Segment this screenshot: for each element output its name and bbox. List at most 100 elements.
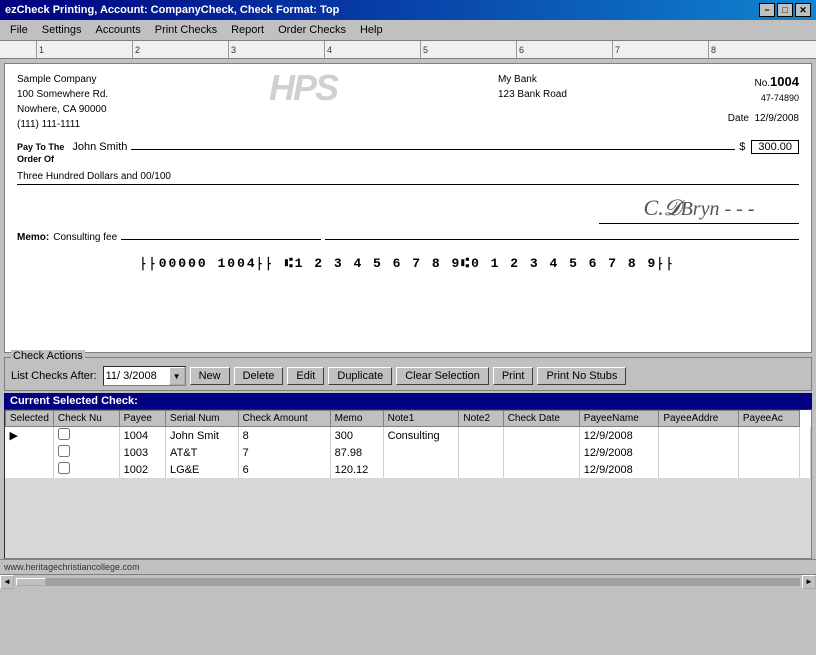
company-address1: 100 Somewhere Rd. xyxy=(17,87,108,102)
signature-line xyxy=(325,239,799,240)
routing-number: 47-74890 xyxy=(728,92,799,106)
menu-report[interactable]: Report xyxy=(225,22,270,38)
ruler-mark-6: 6 xyxy=(516,41,612,58)
cell-note2 xyxy=(503,461,579,478)
cell-serial: 6 xyxy=(238,461,330,478)
list-checks-label: List Checks After: xyxy=(11,370,97,382)
title-bar-text: ezCheck Printing, Account: CompanyCheck,… xyxy=(5,4,339,16)
menu-settings[interactable]: Settings xyxy=(36,22,88,38)
active-row-indicator: ▶ xyxy=(10,430,18,442)
cell-payeeAc xyxy=(799,461,810,478)
ruler-mark-3: 3 xyxy=(228,41,324,58)
cell-payeeAddr xyxy=(738,427,799,445)
row-checkbox[interactable] xyxy=(58,445,70,457)
maximize-button[interactable]: □ xyxy=(777,3,793,17)
cell-serial: 7 xyxy=(238,444,330,461)
check-amount-display: 300.00 xyxy=(751,140,799,154)
pay-to-underline xyxy=(131,149,735,150)
company-name: Sample Company xyxy=(17,72,108,87)
col-header-checknu: Check Nu xyxy=(53,411,119,427)
cell-amount: 300 xyxy=(330,427,383,445)
table-row[interactable]: 1002LG&E6120.1212/9/2008 xyxy=(6,461,811,478)
cell-checkDate: 12/9/2008 xyxy=(579,461,659,478)
memo-underline xyxy=(121,239,321,240)
website-label: www.heritagechristiancollege.com xyxy=(4,562,140,572)
cell-note2 xyxy=(503,444,579,461)
ruler-mark-8: 8 xyxy=(708,41,804,58)
title-bar: ezCheck Printing, Account: CompanyCheck,… xyxy=(0,0,816,20)
company-info: Sample Company 100 Somewhere Rd. Nowhere… xyxy=(17,72,108,132)
duplicate-button[interactable]: Duplicate xyxy=(328,367,392,385)
cell-amount: 120.12 xyxy=(330,461,383,478)
company-address2: Nowhere, CA 90000 xyxy=(17,102,108,117)
row-checkbox[interactable] xyxy=(58,462,70,474)
check-table-area[interactable]: Selected Check Nu Payee Serial Num Check… xyxy=(4,409,812,559)
ruler: 1 2 3 4 5 6 7 8 xyxy=(0,41,816,59)
check-display: Sample Company 100 Somewhere Rd. Nowhere… xyxy=(4,63,812,353)
micr-line: ⸠⸠00000 1004⸠⸠ ⑆1 2 3 4 5 6 7 8 9⑆0 1 2 … xyxy=(17,253,799,271)
date-input[interactable] xyxy=(104,369,169,383)
delete-button[interactable]: Delete xyxy=(234,367,284,385)
close-button[interactable]: ✕ xyxy=(795,3,811,17)
memo-section: Memo: Consulting fee xyxy=(17,232,799,243)
check-no-label: No. xyxy=(754,78,770,89)
date-input-group[interactable]: ▼ xyxy=(103,366,186,386)
cell-amount: 87.98 xyxy=(330,444,383,461)
footer-bar: www.heritagechristiancollege.com xyxy=(0,559,816,574)
cell-checkNo: 1003 xyxy=(119,444,165,461)
memo-value: Consulting fee xyxy=(53,232,117,243)
cell-payeeName xyxy=(659,427,739,445)
actions-row: List Checks After: ▼ New Delete Edit Dup… xyxy=(11,366,805,386)
table-row[interactable]: 1003AT&T787.98 12/9/2008 xyxy=(6,444,811,461)
check-number: 1004 xyxy=(770,74,799,89)
scroll-thumb[interactable] xyxy=(16,578,46,586)
checkbox-cell[interactable] xyxy=(53,427,119,445)
new-button[interactable]: New xyxy=(190,367,230,385)
table-row[interactable]: ▶1004John Smit8300Consulting12/9/2008 xyxy=(6,427,811,445)
check-actions-group: Check Actions List Checks After: ▼ New D… xyxy=(4,357,812,391)
menu-file[interactable]: File xyxy=(4,22,34,38)
col-header-payee: Payee xyxy=(119,411,165,427)
print-no-stubs-button[interactable]: Print No Stubs xyxy=(537,367,626,385)
col-header-note1: Note1 xyxy=(383,411,459,427)
hps-logo: HPS xyxy=(269,67,337,132)
menu-help[interactable]: Help xyxy=(354,22,389,38)
cell-payee: John Smit xyxy=(166,427,239,445)
date-line: Date 12/9/2008 xyxy=(728,111,799,126)
menu-accounts[interactable]: Accounts xyxy=(89,22,146,38)
edit-button[interactable]: Edit xyxy=(287,367,324,385)
row-indicator-cell xyxy=(6,461,54,478)
check-actions-title: Check Actions xyxy=(11,350,85,362)
scroll-left-button[interactable]: ◄ xyxy=(0,575,14,589)
col-header-serialnum: Serial Num xyxy=(166,411,239,427)
scroll-right-button[interactable]: ► xyxy=(802,575,816,589)
col-header-selected: Selected xyxy=(6,411,54,427)
scroll-track[interactable] xyxy=(16,578,800,586)
row-indicator-cell: ▶ xyxy=(6,427,54,445)
amount-words: Three Hundred Dollars and 00/100 xyxy=(17,171,799,185)
row-checkbox[interactable] xyxy=(58,428,70,440)
cell-payee: LG&E xyxy=(166,461,239,478)
cell-note1 xyxy=(459,461,503,478)
empty-table-area xyxy=(5,478,811,558)
bank-info: My Bank 123 Bank Road xyxy=(498,72,567,132)
cell-payee: AT&T xyxy=(166,444,239,461)
clear-selection-button[interactable]: Clear Selection xyxy=(396,367,489,385)
ruler-mark-5: 5 xyxy=(420,41,516,58)
cell-payeeAc xyxy=(799,444,810,461)
col-header-payeeaddr: PayeeAddre xyxy=(659,411,739,427)
cell-checkDate: 12/9/2008 xyxy=(579,444,659,461)
checkbox-cell[interactable] xyxy=(53,444,119,461)
menu-print-checks[interactable]: Print Checks xyxy=(149,22,223,38)
date-dropdown-button[interactable]: ▼ xyxy=(169,367,185,385)
check-header: Sample Company 100 Somewhere Rd. Nowhere… xyxy=(17,72,799,132)
horizontal-scrollbar[interactable]: ◄ ► xyxy=(0,574,816,588)
print-button[interactable]: Print xyxy=(493,367,534,385)
checkbox-cell[interactable] xyxy=(53,461,119,478)
minimize-button[interactable]: − xyxy=(759,3,775,17)
signature-section: C.𝓓‍⁠Bryn - - - xyxy=(17,195,799,224)
payee-name: John Smith xyxy=(72,141,127,153)
current-selected-text: Current Selected Check: xyxy=(10,395,138,407)
menu-order-checks[interactable]: Order Checks xyxy=(272,22,352,38)
cell-payeeName xyxy=(659,444,739,461)
